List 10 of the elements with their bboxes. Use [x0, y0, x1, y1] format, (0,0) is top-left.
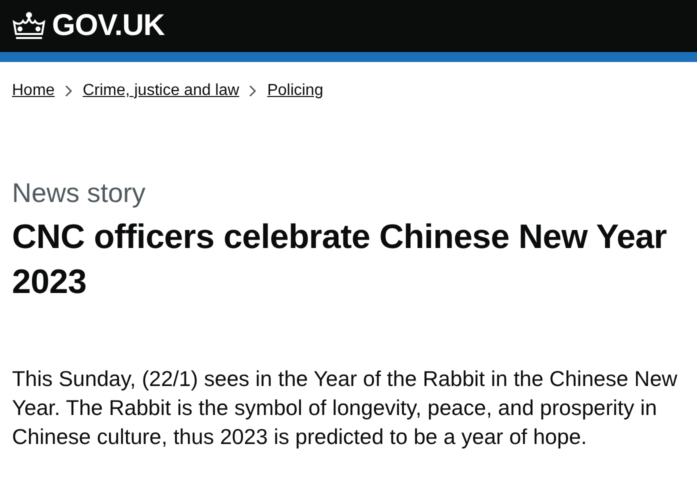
breadcrumb-link[interactable]: Crime, justice and law [82, 82, 240, 100]
page-title: CNC officers celebrate Chinese New Year 2023 [12, 217, 668, 303]
breadcrumb-link[interactable]: Policing [267, 82, 324, 100]
chevron-icon [64, 85, 73, 97]
site-logo[interactable]: GOV.UK [12, 9, 165, 43]
crown-icon [12, 12, 46, 40]
lead-paragraph: This Sunday, (22/1) sees in the Year of the Rabbit in the Chinese New Year. The Rabbit is the symbol of longevity, peace, and prosperity in Chinese culture, thus 2023 is predicted to be a year of hope. [12, 366, 678, 451]
breadcrumb-link[interactable]: Home [12, 82, 55, 100]
chevron-icon [249, 85, 258, 97]
page-caption: News story [12, 178, 147, 209]
